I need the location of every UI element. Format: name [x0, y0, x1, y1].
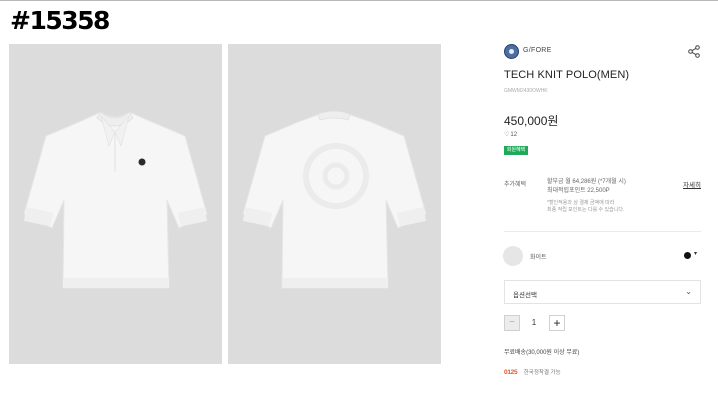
- brand-name[interactable]: G/FORE: [523, 47, 552, 54]
- quantity-decrease-button[interactable]: −: [504, 315, 520, 331]
- benefit-detail-link[interactable]: 자세히: [683, 179, 701, 189]
- top-border: [0, 0, 718, 1]
- brand-row: G/FORE: [504, 44, 700, 60]
- like-count[interactable]: ♡12: [504, 131, 517, 138]
- quantity-increase-button[interactable]: +: [549, 315, 565, 331]
- chevron-down-icon: ▾: [694, 251, 698, 257]
- like-count-value: 12: [510, 132, 518, 138]
- product-photo-front[interactable]: [9, 44, 222, 364]
- payment-text: 한국정착결 가능: [523, 370, 561, 376]
- installment-text: 할부금 월 64,286원 (*7개월 시): [547, 179, 626, 185]
- payment-info: 0125 한국정착결 가능: [504, 361, 561, 376]
- product-code: GMWM2430OWHK: [504, 88, 548, 94]
- option-select-dropdown[interactable]: 옵션선택 ⌄: [504, 280, 701, 304]
- benefit-note-line1: *할인적용과 상 결제 금액에 따라: [547, 200, 615, 206]
- shipping-info: 무료배송(30,000원 이상 무료): [504, 350, 580, 356]
- chevron-down-icon: ⌄: [685, 287, 692, 296]
- quantity-value: 1: [531, 318, 537, 327]
- member-benefit-badge: 회원혜택: [504, 146, 528, 155]
- payment-logo: 0125: [504, 369, 518, 376]
- product-photo-back[interactable]: [228, 44, 441, 364]
- color-swatch-white[interactable]: [503, 246, 523, 266]
- option-select-label: 옵션선택: [513, 292, 537, 299]
- section-divider: [504, 231, 701, 232]
- product-price: 450,000원: [504, 114, 559, 128]
- benefit-details: 할부금 월 64,286원 (*7개월 시) 최대적립포인트 22,500P: [547, 178, 626, 196]
- share-icon[interactable]: [688, 45, 700, 58]
- points-text: 최대적립포인트 22,500P: [547, 188, 610, 194]
- benefit-note: *할인적용과 상 결제 금액에 따라 최종 적립 포인트는 다를 수 있습니다.: [547, 200, 624, 214]
- color-name: 화이트: [530, 255, 547, 261]
- color-dropdown[interactable]: ▾: [684, 250, 702, 260]
- selected-color-dot: [684, 252, 691, 259]
- brand-logo-icon[interactable]: [504, 44, 519, 59]
- heart-icon[interactable]: ♡: [504, 132, 509, 138]
- benefit-note-line2: 최종 적립 포인트는 다를 수 있습니다.: [547, 207, 625, 213]
- product-title: TECH KNIT POLO(MEN): [504, 69, 630, 81]
- shirt-front-image: [23, 111, 208, 289]
- listing-id: #15358: [10, 6, 110, 35]
- benefit-label: 추가혜택: [504, 182, 527, 188]
- shirt-back-image: [242, 110, 427, 289]
